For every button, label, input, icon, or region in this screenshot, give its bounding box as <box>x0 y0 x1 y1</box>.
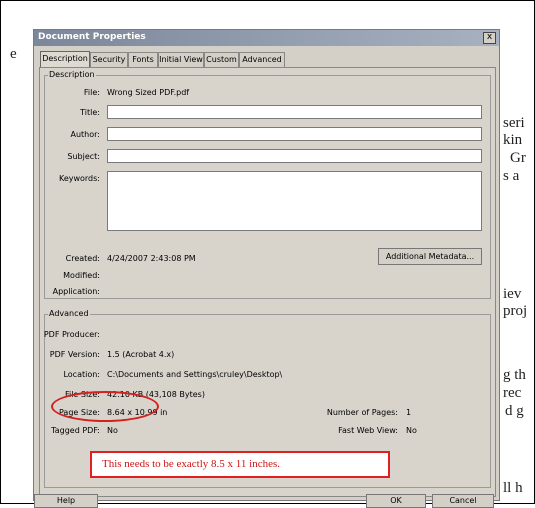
bg-text-fragment: d g <box>505 403 524 419</box>
subject-label: Subject: <box>67 152 100 161</box>
help-button[interactable]: Help <box>34 494 98 508</box>
bg-text-fragment: proj <box>503 303 528 319</box>
tagged-pdf-value: No <box>107 426 118 435</box>
file-label: File: <box>83 88 100 97</box>
bg-text-fragment: Gr <box>510 150 526 166</box>
cancel-button[interactable]: Cancel <box>432 494 494 508</box>
annotation-note: This needs to be exactly 8.5 x 11 inches… <box>90 451 390 478</box>
location-label: Location: <box>63 370 100 379</box>
tab-advanced[interactable]: Advanced <box>239 52 285 67</box>
bg-text-fragment: s a <box>503 168 520 184</box>
tab-fonts[interactable]: Fonts <box>128 52 158 67</box>
created-value: 4/24/2007 2:43:08 PM <box>107 254 196 263</box>
tagged-pdf-label: Tagged PDF: <box>51 426 100 435</box>
author-label: Author: <box>70 130 101 139</box>
bg-text-fragment: g th <box>503 367 526 383</box>
pdf-version-label: PDF Version: <box>49 350 100 359</box>
bg-text-fragment: seri <box>503 115 525 131</box>
bg-text-fragment: kin <box>503 132 523 148</box>
tab-custom[interactable]: Custom <box>204 52 239 67</box>
number-of-pages-value: 1 <box>406 408 412 417</box>
application-label: Application: <box>52 287 100 296</box>
pdf-version-value: 1.5 (Acrobat 4.x) <box>107 350 175 359</box>
modified-label: Modified: <box>63 271 100 280</box>
dialog-title: Document Properties <box>38 32 146 42</box>
created-label: Created: <box>65 254 100 263</box>
dialog-titlebar: Document Properties x <box>34 30 499 46</box>
location-value: C:\Documents and Settings\cruley\Desktop… <box>107 370 283 379</box>
title-label: Title: <box>80 108 100 117</box>
author-field[interactable] <box>107 127 482 141</box>
keywords-label: Keywords: <box>58 174 100 183</box>
bg-text-fragment: iev <box>503 286 522 302</box>
file-value: Wrong Sized PDF.pdf <box>107 88 190 97</box>
tab-description[interactable]: Description <box>40 51 90 68</box>
bg-text-fragment: e <box>10 46 17 62</box>
tab-security[interactable]: Security <box>90 52 128 67</box>
title-field[interactable] <box>107 105 482 119</box>
pdf-producer-label: PDF Producer: <box>43 330 100 339</box>
additional-metadata-button[interactable]: Additional Metadata... <box>378 248 482 265</box>
fast-web-view-value: No <box>406 426 417 435</box>
number-of-pages-label: Number of Pages: <box>326 408 398 417</box>
bg-text-fragment: rec <box>503 385 522 401</box>
advanced-group-label: Advanced <box>48 309 90 318</box>
close-button[interactable]: x <box>483 32 496 44</box>
document-properties-dialog: Document Properties x Description Securi… <box>33 29 500 508</box>
tab-initial-view[interactable]: Initial View <box>158 52 204 67</box>
keywords-field[interactable] <box>107 171 482 231</box>
page-size-highlight-ellipse <box>51 391 159 422</box>
description-group-label: Description <box>48 70 96 79</box>
description-panel: Description File: Wrong Sized PDF.pdf Ti… <box>39 67 496 497</box>
fast-web-view-label: Fast Web View: <box>338 426 398 435</box>
subject-field[interactable] <box>107 149 482 163</box>
ok-button[interactable]: OK <box>366 494 426 508</box>
bg-text-fragment: ll h <box>503 480 523 496</box>
